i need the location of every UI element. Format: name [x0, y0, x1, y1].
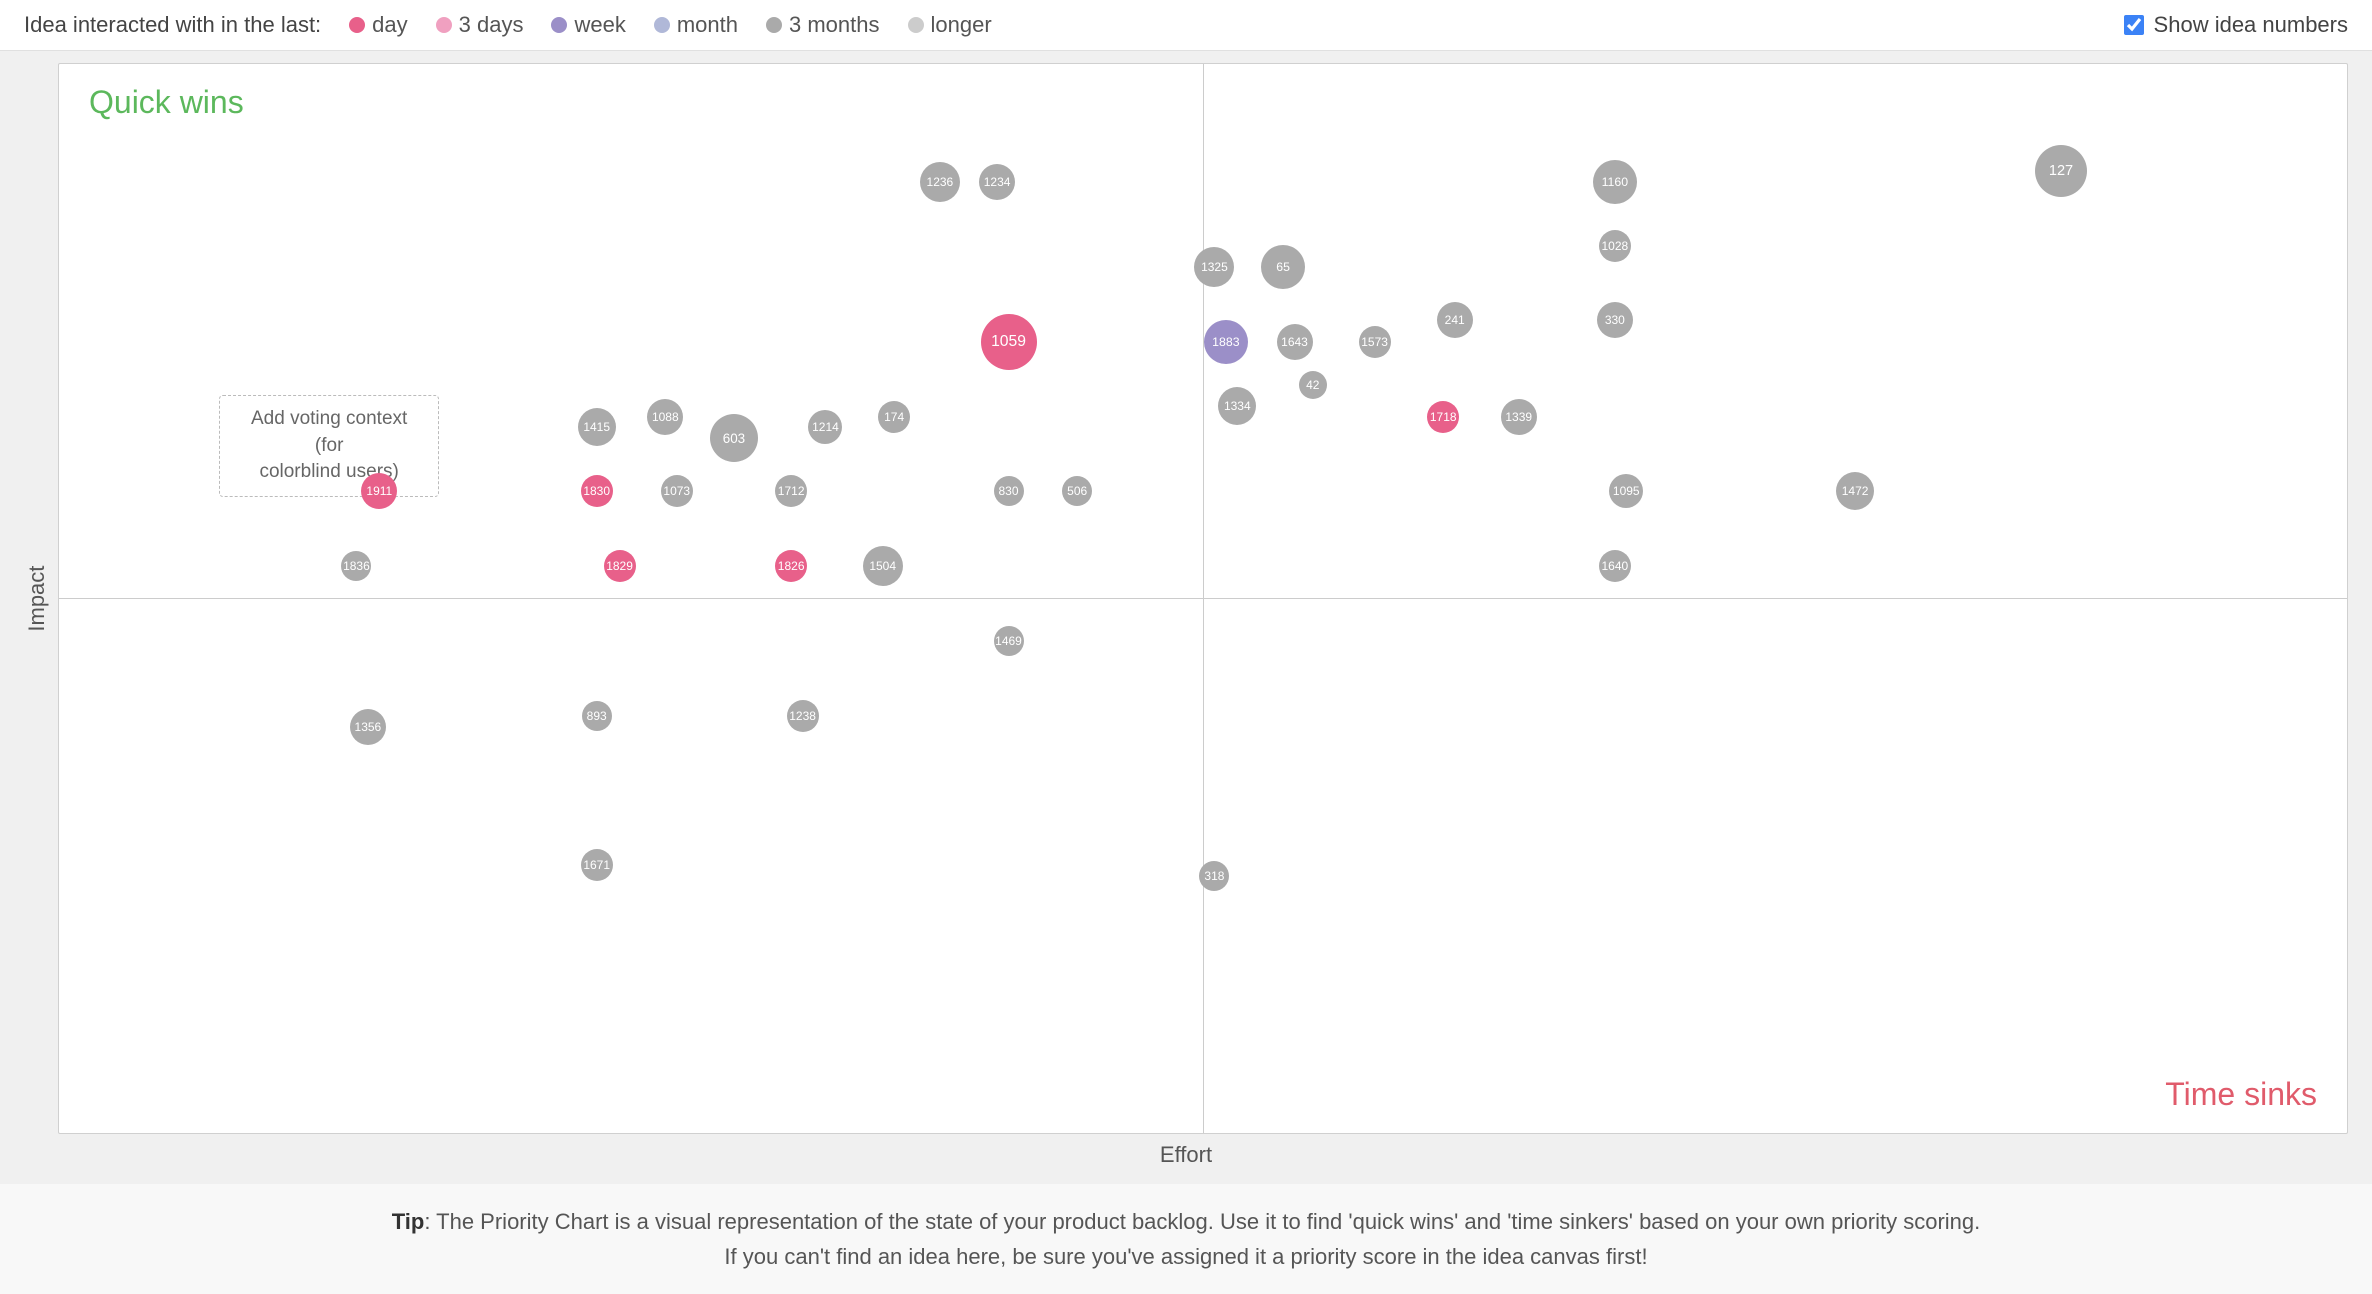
legend-label-month: month: [677, 12, 738, 38]
bubble-1356[interactable]: 1356: [350, 709, 386, 745]
x-axis-label: Effort: [24, 1142, 2348, 1168]
tip-text: : The Priority Chart is a visual represe…: [424, 1209, 1980, 1269]
bubble-1718[interactable]: 1718: [1427, 401, 1459, 433]
chart-wrapper: Impact Quick wins Time sinks Add voting …: [24, 63, 2348, 1134]
bubble-1469[interactable]: 1469: [994, 626, 1024, 656]
legend-item-3days: 3 days: [436, 12, 524, 38]
show-idea-numbers-checkbox[interactable]: [2124, 15, 2144, 35]
bubble-1238[interactable]: 1238: [787, 700, 819, 732]
quick-wins-label: Quick wins: [89, 84, 244, 121]
bubble-1339[interactable]: 1339: [1501, 399, 1537, 435]
legend-label-longer: longer: [931, 12, 992, 38]
tip-bold: Tip: [392, 1209, 425, 1234]
tip-section: Tip: The Priority Chart is a visual repr…: [0, 1184, 2372, 1294]
legend-label-day: day: [372, 12, 407, 38]
bubble-1095[interactable]: 1095: [1609, 474, 1643, 508]
bubble-893[interactable]: 893: [582, 701, 612, 731]
legend-bar: Idea interacted with in the last: day 3 …: [0, 0, 2372, 51]
bubble-1236[interactable]: 1236: [920, 162, 960, 202]
bubble-1028[interactable]: 1028: [1599, 230, 1631, 262]
bubble-1573[interactable]: 1573: [1359, 326, 1391, 358]
bubble-1911[interactable]: 1911: [361, 473, 397, 509]
bubble-1472[interactable]: 1472: [1836, 472, 1874, 510]
bubble-1836[interactable]: 1836: [341, 551, 371, 581]
bubble-1059[interactable]: 1059: [981, 314, 1037, 370]
bubble-830[interactable]: 830: [994, 476, 1024, 506]
bubble-1214[interactable]: 1214: [808, 410, 842, 444]
legend-dot-longer: [908, 17, 924, 33]
legend-item-longer: longer: [908, 12, 992, 38]
legend-item-3months: 3 months: [766, 12, 880, 38]
annotation-text: Add voting context (forcolorblind users): [251, 408, 407, 482]
annotation-box: Add voting context (forcolorblind users): [219, 395, 439, 497]
legend-item-month: month: [654, 12, 738, 38]
legend-item-week: week: [551, 12, 625, 38]
legend-dot-3days: [436, 17, 452, 33]
bubble-1504[interactable]: 1504: [863, 546, 903, 586]
legend-dot-week: [551, 17, 567, 33]
bubble-127[interactable]: 127: [2035, 145, 2087, 197]
bubble-1830[interactable]: 1830: [581, 475, 613, 507]
bubble-174[interactable]: 174: [878, 401, 910, 433]
time-sinks-label: Time sinks: [2165, 1076, 2317, 1113]
bubble-1643[interactable]: 1643: [1277, 324, 1313, 360]
legend-item-day: day: [349, 12, 407, 38]
bubble-1234[interactable]: 1234: [979, 164, 1015, 200]
show-idea-numbers-area: Show idea numbers: [2124, 12, 2348, 38]
y-axis-label: Impact: [24, 63, 50, 1134]
show-idea-numbers-label: Show idea numbers: [2154, 12, 2348, 38]
bubble-1640[interactable]: 1640: [1599, 550, 1631, 582]
bubble-1829[interactable]: 1829: [604, 550, 636, 582]
legend-label-3days: 3 days: [459, 12, 524, 38]
legend-title: Idea interacted with in the last:: [24, 12, 321, 38]
chart-area: Quick wins Time sinks Add voting context…: [58, 63, 2348, 1134]
bubble-1712[interactable]: 1712: [775, 475, 807, 507]
legend-label-3months: 3 months: [789, 12, 880, 38]
bubble-330[interactable]: 330: [1597, 302, 1633, 338]
bubble-1088[interactable]: 1088: [647, 399, 683, 435]
bubble-1415[interactable]: 1415: [578, 408, 616, 446]
bubble-603[interactable]: 603: [710, 414, 758, 462]
bubble-1826[interactable]: 1826: [775, 550, 807, 582]
legend-label-week: week: [574, 12, 625, 38]
bubble-241[interactable]: 241: [1437, 302, 1473, 338]
bubble-65[interactable]: 65: [1261, 245, 1305, 289]
legend-dot-day: [349, 17, 365, 33]
legend-dot-3months: [766, 17, 782, 33]
bubble-42[interactable]: 42: [1299, 371, 1327, 399]
vertical-divider: [1203, 64, 1204, 1133]
bubble-1160[interactable]: 1160: [1593, 160, 1637, 204]
bubble-1334[interactable]: 1334: [1218, 387, 1256, 425]
bubble-506[interactable]: 506: [1062, 476, 1092, 506]
bubble-1671[interactable]: 1671: [581, 849, 613, 881]
bubble-1073[interactable]: 1073: [661, 475, 693, 507]
bubble-318[interactable]: 318: [1199, 861, 1229, 891]
main-content: Impact Quick wins Time sinks Add voting …: [0, 51, 2372, 1184]
legend-dot-month: [654, 17, 670, 33]
bubble-1883[interactable]: 1883: [1204, 320, 1248, 364]
bubble-1325[interactable]: 1325: [1194, 247, 1234, 287]
